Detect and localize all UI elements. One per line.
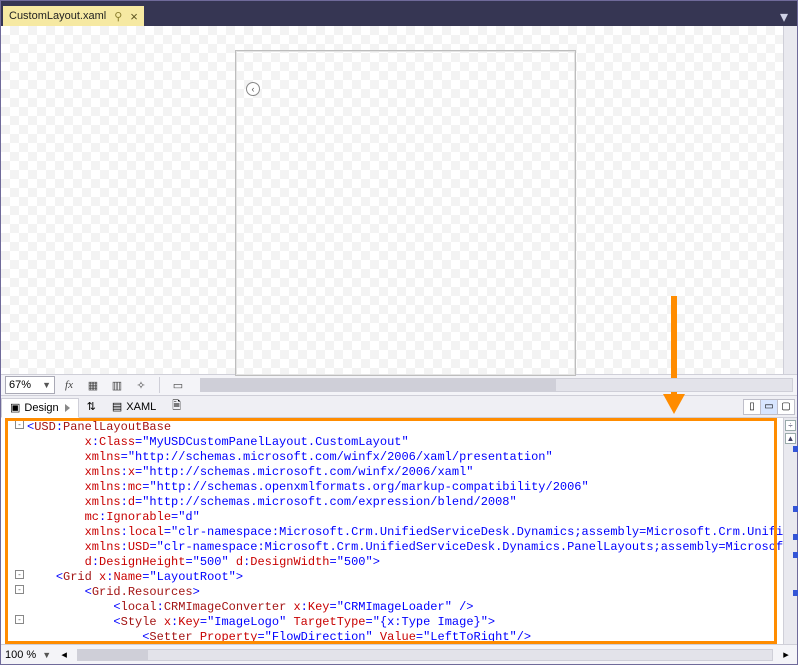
ruler-button[interactable]: ▭: [168, 376, 188, 394]
snap-lines-button[interactable]: ✧: [131, 376, 151, 394]
change-marker: [793, 552, 798, 558]
snap-toggle-button[interactable]: ▥: [107, 376, 127, 394]
separator: [159, 377, 160, 393]
designer-horizontal-scrollbar[interactable]: [200, 378, 793, 392]
code-line[interactable]: xmlns:USD="clr-namespace:Microsoft.Crm.U…: [27, 540, 783, 555]
fold-toggle[interactable]: -: [15, 585, 24, 594]
horizontal-split-button[interactable]: ▭: [760, 399, 778, 415]
zoom-combo[interactable]: 67% ▼: [5, 376, 55, 394]
snaplines-icon: ✧: [136, 379, 145, 392]
fold-toggle[interactable]: -: [15, 420, 24, 429]
code-line[interactable]: <Setter Property="FlowDirection" Value="…: [27, 630, 783, 644]
change-marker: [793, 446, 798, 452]
code-line[interactable]: x:Class="MyUSDCustomPanelLayout.CustomLa…: [27, 435, 783, 450]
change-marker: [793, 506, 798, 512]
xaml-icon: ▤: [112, 400, 122, 413]
vertical-split-button[interactable]: ▯: [743, 399, 761, 415]
vsplit-icon: ▯: [749, 401, 755, 412]
code-line[interactable]: <local:CRMImageConverter x:Key="CRMImage…: [27, 600, 783, 615]
code-line[interactable]: d:DesignHeight="500" d:DesignWidth="500"…: [27, 555, 783, 570]
tab-design-label: Design: [24, 402, 58, 414]
canvas-handle[interactable]: ‹: [246, 82, 260, 96]
effects-button[interactable]: fx: [59, 376, 79, 394]
design-canvas[interactable]: [235, 50, 576, 376]
editor-horizontal-scrollbar[interactable]: [77, 649, 773, 661]
close-icon[interactable]: ×: [130, 10, 138, 23]
designer-toolbar: 67% ▼ fx ▦ ▥ ✧ ▭: [1, 374, 797, 396]
code-line[interactable]: <Grid.Resources>: [27, 585, 783, 600]
tab-design[interactable]: ▣ Design: [1, 398, 79, 418]
xaml-editor[interactable]: - - - - <USD:PanelLayoutBase x:Class="MyUSD…: [1, 418, 797, 644]
code-line[interactable]: xmlns:x="http://schemas.microsoft.com/wi…: [27, 465, 783, 480]
chevron-down-icon: ▼: [42, 380, 51, 390]
designer-vertical-scrollbar[interactable]: [783, 26, 797, 374]
document-tab-active[interactable]: CustomLayout.xaml ⚲ ×: [3, 6, 144, 26]
split-pane-tabs: ▣ Design ⇅ ▤ XAML 🗎 ▯ ▭ ▢: [1, 396, 797, 418]
split-editor-button[interactable]: ÷: [785, 420, 796, 431]
swap-panes-button[interactable]: ⇅: [79, 397, 104, 417]
editor-gutter[interactable]: - - - -: [1, 418, 25, 644]
zoom-value: 67%: [9, 379, 31, 391]
tab-xaml[interactable]: ▤ XAML: [104, 397, 164, 417]
change-marker: [793, 534, 798, 540]
grid-toggle-button[interactable]: ▦: [83, 376, 103, 394]
tab-xaml-label: XAML: [126, 401, 156, 413]
tab-filename: CustomLayout.xaml: [9, 10, 106, 22]
ruler-icon: ▭: [173, 379, 183, 392]
code-line[interactable]: <USD:PanelLayoutBase: [27, 420, 783, 435]
chevron-down-icon[interactable]: ▼: [42, 650, 51, 660]
code-line[interactable]: <Grid x:Name="LayoutRoot">: [27, 570, 783, 585]
code-line[interactable]: mc:Ignorable="d": [27, 510, 783, 525]
scroll-up-button[interactable]: ▲: [785, 433, 796, 444]
code-line[interactable]: <Style x:Key="ImageLogo" TargetType="{x:…: [27, 615, 783, 630]
document-outline-button[interactable]: 🗎: [164, 397, 189, 417]
code-line[interactable]: xmlns="http://schemas.microsoft.com/winf…: [27, 450, 783, 465]
tab-overflow-dropdown[interactable]: ▾: [775, 8, 793, 26]
editor-bottom-bar: 100 % ▼ ◂ ▸: [1, 644, 797, 664]
nav-right-button[interactable]: ▸: [779, 648, 793, 661]
document-tab-strip: CustomLayout.xaml ⚲ × ▾: [1, 4, 797, 26]
code-line[interactable]: xmlns:mc="http://schemas.openxmlformats.…: [27, 480, 783, 495]
hsplit-icon: ▭: [764, 401, 773, 412]
pin-icon[interactable]: ⚲: [114, 10, 122, 23]
grid-icon: ▦: [88, 379, 98, 392]
design-icon: ▣: [10, 401, 20, 414]
designer-surface[interactable]: ‹: [1, 26, 797, 374]
editor-text-area[interactable]: <USD:PanelLayoutBase x:Class="MyUSDCusto…: [25, 418, 783, 644]
collapse-pane-button[interactable]: ▢: [777, 399, 795, 415]
code-line[interactable]: xmlns:d="http://schemas.microsoft.com/ex…: [27, 495, 783, 510]
change-marker: [793, 590, 798, 596]
fold-toggle[interactable]: -: [15, 570, 24, 579]
snap-icon: ▥: [112, 379, 122, 392]
fold-toggle[interactable]: -: [15, 615, 24, 624]
chevron-right-icon: [65, 404, 70, 412]
editor-zoom-label[interactable]: 100 %: [5, 649, 36, 661]
editor-vertical-scrollbar[interactable]: ÷ ▲: [783, 418, 797, 644]
swap-icon: ⇅: [87, 400, 96, 413]
collapse-icon: ▢: [781, 401, 790, 412]
nav-left-button[interactable]: ◂: [57, 648, 71, 661]
document-icon: 🗎: [172, 397, 181, 416]
code-line[interactable]: xmlns:local="clr-namespace:Microsoft.Crm…: [27, 525, 783, 540]
